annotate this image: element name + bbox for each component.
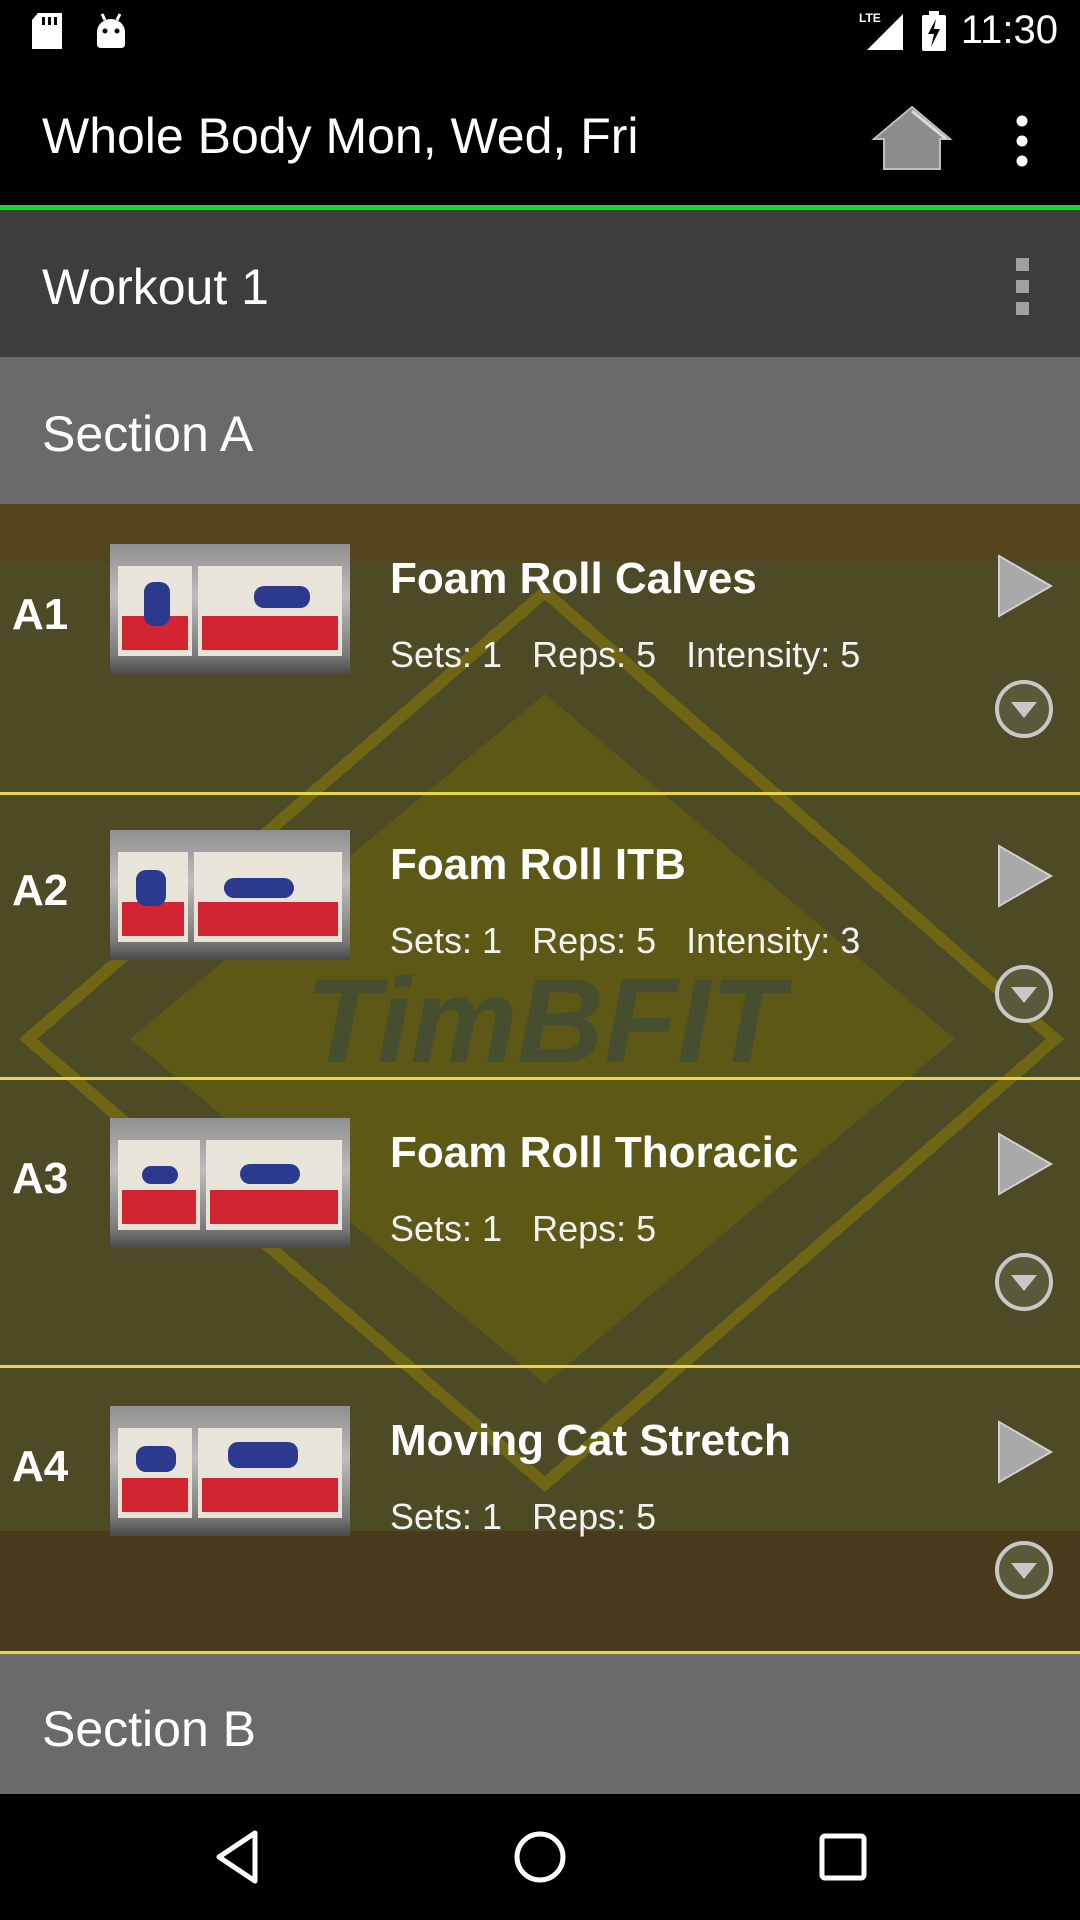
clock: 11:30 — [960, 8, 1058, 52]
recents-icon[interactable] — [813, 1827, 873, 1887]
play-icon[interactable] — [995, 844, 1055, 908]
navigation-bar — [0, 1794, 1080, 1920]
exercise-id: A4 — [12, 1442, 69, 1491]
sd-card-icon — [32, 13, 62, 49]
section-title: Section A — [42, 406, 254, 462]
exercise-thumbnail — [110, 1118, 350, 1248]
exercise-stats: Sets: 1 Reps: 5 — [390, 1496, 657, 1537]
exercise-id: A2 — [12, 866, 69, 915]
expand-circle-icon[interactable] — [993, 1539, 1055, 1601]
list-item[interactable]: A1 Foam Roll Calves Sets: 1 Reps: 5 Inte… — [0, 504, 1080, 795]
home-icon[interactable] — [870, 103, 954, 173]
exercise-thumbnail — [110, 1406, 350, 1536]
home-circle-icon[interactable] — [510, 1827, 570, 1887]
app-bar: Whole Body Mon, Wed, Fri — [0, 63, 1080, 205]
workout-title: Workout 1 — [42, 259, 269, 315]
exercise-thumbnail — [110, 830, 350, 960]
exercise-name: Foam Roll ITB — [390, 840, 686, 889]
workout-menu-icon[interactable] — [1000, 254, 1044, 320]
section-title: Section B — [42, 1701, 257, 1757]
exercise-list: TimBFIT A1 Foam Roll Calves Sets: 1 Reps… — [0, 504, 1080, 1654]
svg-text:LTE: LTE — [859, 11, 881, 25]
android-icon — [97, 13, 125, 48]
play-icon[interactable] — [995, 1132, 1055, 1196]
exercise-name: Foam Roll Thoracic — [390, 1128, 799, 1177]
section-header-b[interactable]: Section B — [0, 1654, 1080, 1794]
play-icon[interactable] — [995, 1420, 1055, 1484]
list-item[interactable]: A3 Foam Roll Thoracic Sets: 1 Reps: 5 — [0, 1080, 1080, 1368]
exercise-id: A1 — [12, 590, 69, 639]
lte-signal-icon: LTE — [859, 11, 903, 50]
expand-circle-icon[interactable] — [993, 963, 1055, 1025]
status-bar: LTE 11:30 — [0, 0, 1080, 63]
more-options-icon[interactable] — [1000, 111, 1044, 171]
play-icon[interactable] — [995, 554, 1055, 618]
exercise-id: A3 — [12, 1154, 69, 1203]
list-item[interactable]: A2 Foam Roll ITB Sets: 1 Reps: 5 Intensi… — [0, 792, 1080, 1080]
exercise-thumbnail — [110, 544, 350, 674]
section-header-a[interactable]: Section A — [0, 357, 1080, 504]
exercise-stats: Sets: 1 Reps: 5 Intensity: 5 — [390, 634, 861, 675]
exercise-stats: Sets: 1 Reps: 5 — [390, 1208, 657, 1249]
back-icon[interactable] — [207, 1827, 267, 1887]
page-title: Whole Body Mon, Wed, Fri — [42, 108, 639, 164]
list-item[interactable]: A4 Moving Cat Stretch Sets: 1 Reps: 5 — [0, 1368, 1080, 1654]
expand-circle-icon[interactable] — [993, 678, 1055, 740]
exercise-name: Moving Cat Stretch — [390, 1416, 791, 1465]
exercise-name: Foam Roll Calves — [390, 554, 757, 603]
workout-header[interactable]: Workout 1 — [0, 210, 1080, 357]
exercise-stats: Sets: 1 Reps: 5 Intensity: 3 — [390, 920, 861, 961]
battery-charging-icon — [921, 10, 946, 51]
expand-circle-icon[interactable] — [993, 1251, 1055, 1313]
